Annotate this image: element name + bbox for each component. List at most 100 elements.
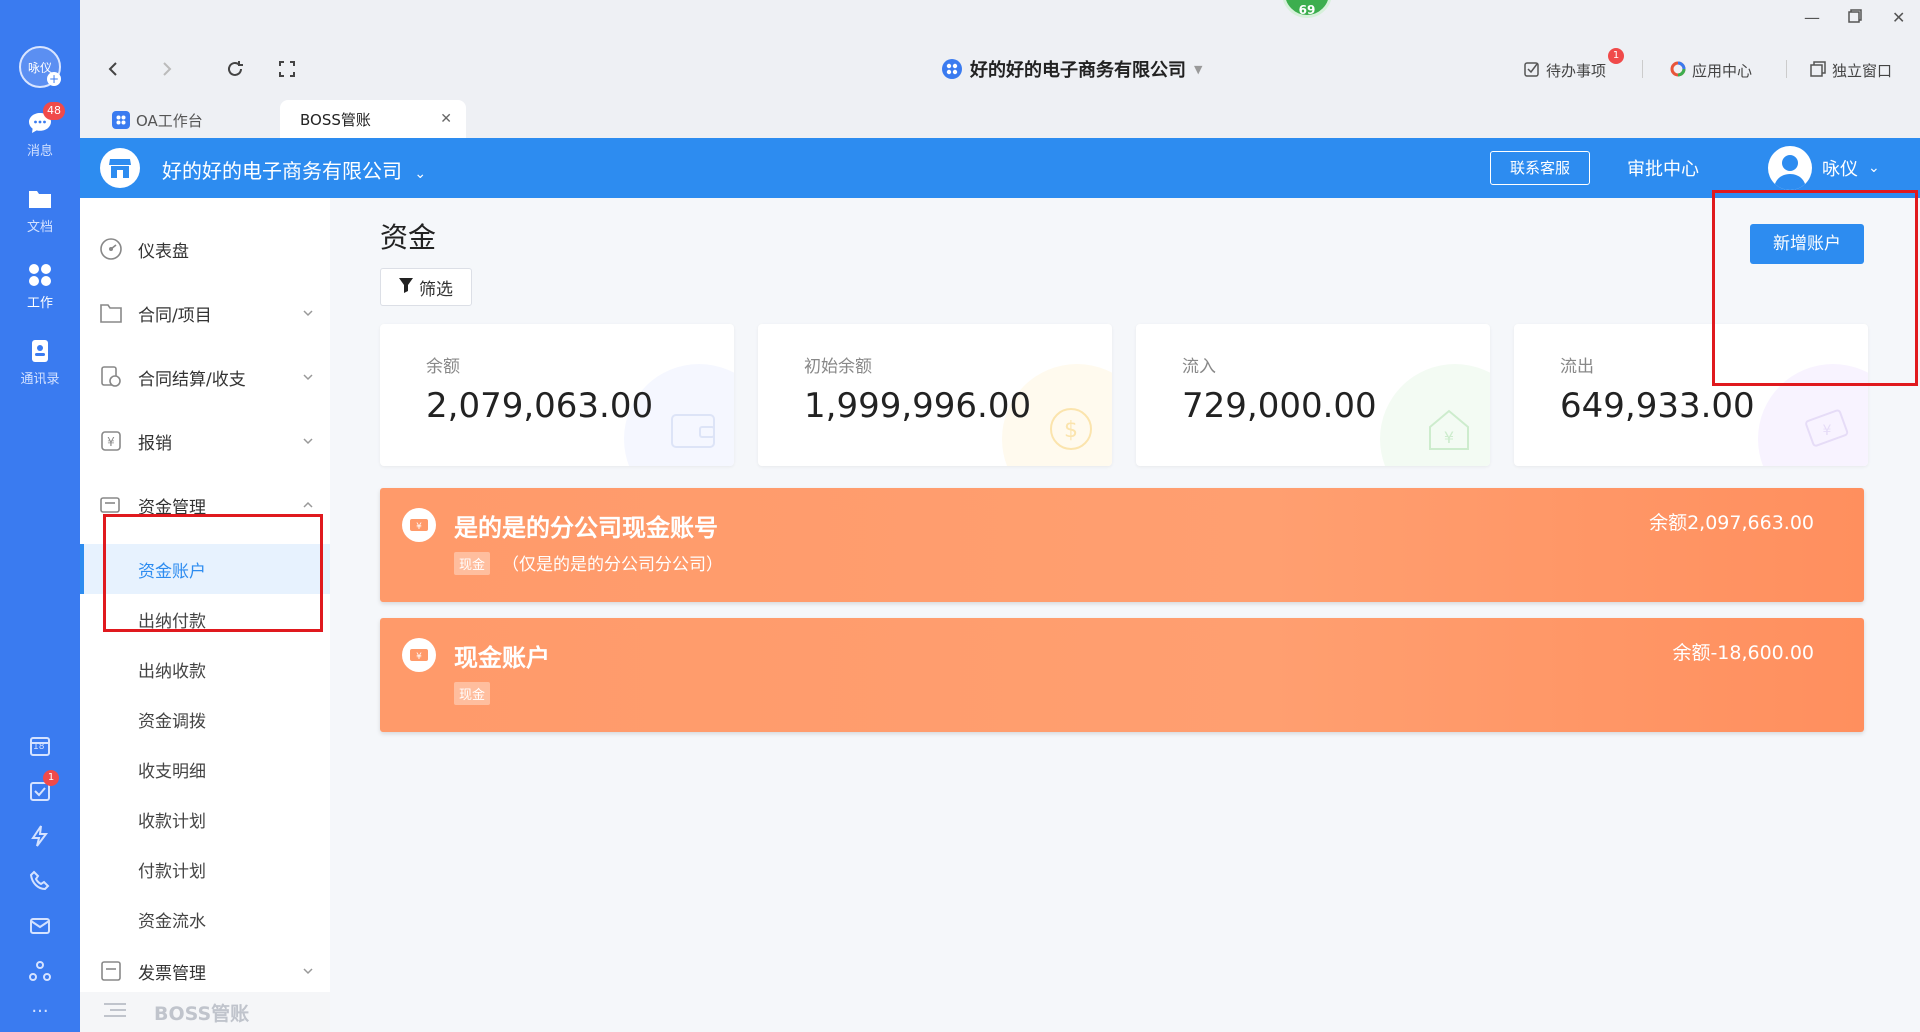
menu-item-settlement[interactable]: 合同结算/收支 [80,352,330,402]
stat-card-inflow: 流入 729,000.00 ¥ [1136,324,1490,466]
contacts-icon [27,338,53,364]
menu-item-reimbursement[interactable]: ¥ 报销 [80,416,330,466]
submenu-collection-plan[interactable]: 收款计划 [80,794,330,844]
online-count: 69 [1298,3,1316,17]
document-money-icon [98,364,124,390]
app-center-button[interactable]: 应用中心 [1670,60,1752,81]
footer-label: BOSS管账 [154,1002,250,1025]
stat-label: 余额 [426,357,460,377]
phone-icon[interactable] [27,868,53,894]
company-switcher[interactable]: 好的好的电子商务有限公司 ▼ [942,56,1202,82]
filter-label: 筛选 [419,279,453,300]
lightning-icon[interactable] [27,823,53,849]
page-title: 资金 [380,221,437,254]
wallet-icon [668,404,718,454]
mail-icon[interactable] [27,913,53,939]
company-switcher[interactable]: 好的好的电子商务有限公司 ⌄ [162,155,426,184]
rail-item-docs[interactable]: 文档 [0,186,80,235]
submenu-label: 收支明细 [138,761,206,782]
oa-icon [112,111,130,129]
menu-item-dashboard[interactable]: 仪表盘 [80,224,330,274]
submenu-fund-flow[interactable]: 资金流水 [80,894,330,944]
company-name: 好的好的电子商务有限公司 [970,60,1186,81]
menu-label: 合同结算/收支 [138,369,246,390]
account-name: 现金账户 [454,644,550,672]
submenu-label: 出纳收款 [138,661,206,682]
rail-item-work[interactable]: 工作 [0,262,80,311]
refresh-icon[interactable] [224,58,246,80]
banknote-icon: ¥ [1802,404,1852,454]
todo-icon [1524,61,1540,81]
main-content: 资金 筛选 新增账户 余额 2,079,063.00 初始余额 1,999,99… [330,198,1920,1032]
contact-support-button[interactable]: 联系客服 [1490,151,1590,185]
chevron-down-icon [303,438,313,445]
online-count-badge[interactable]: 69 [1282,0,1332,18]
folder-icon [98,300,124,326]
fullscreen-icon[interactable] [276,58,298,80]
tab-oa[interactable]: OA工作台 [112,102,252,138]
chevron-down-icon [303,374,313,381]
user-avatar[interactable]: 咏仪 + [19,46,61,88]
approval-center-link[interactable]: 审批中心 [1627,155,1699,181]
rail-item-messages[interactable]: 48 消息 [0,102,80,159]
rail-label: 工作 [26,296,53,311]
stat-label: 流出 [1560,357,1594,377]
account-card[interactable]: ¥ 是的是的分公司现金账号 现金 （仅是的是的分公司分公司） 余额2,097,6… [380,488,1864,602]
stat-value: 2,079,063.00 [426,386,654,426]
tab-label: OA工作台 [136,111,203,130]
rail-item-contacts[interactable]: 通讯录 [0,338,80,387]
tasks-icon[interactable]: 1 [27,770,59,804]
highlight-box-menu [103,514,323,632]
submenu-label: 资金流水 [138,911,206,932]
submenu-cashier-receipt[interactable]: 出纳收款 [80,644,330,694]
minimize-icon[interactable]: — [1804,8,1820,27]
svg-text:¥: ¥ [1823,423,1832,439]
menu-label: 合同/项目 [138,305,212,326]
stat-label: 初始余额 [804,357,872,377]
caret-down-icon: ▼ [1194,62,1203,76]
close-tab-icon[interactable]: ✕ [440,111,452,127]
divider [1642,60,1643,78]
svg-text:¥: ¥ [416,522,422,532]
user-menu[interactable]: 咏仪 ⌄ [1768,146,1880,190]
account-balance: 余额2,097,663.00 [1649,512,1814,534]
submenu-label: 付款计划 [138,861,206,882]
chevron-up-icon [303,501,313,508]
sidebar-footer[interactable]: BOSS管账 [80,992,330,1032]
chevron-down-icon [303,310,313,317]
submenu-income-expense-detail[interactable]: 收支明细 [80,744,330,794]
account-card[interactable]: ¥ 现金账户 现金 余额-18,600.00 [380,618,1864,732]
calendar-icon[interactable]: 18 [27,733,53,759]
svg-text:¥: ¥ [416,652,422,662]
submenu-payment-plan[interactable]: 付款计划 [80,844,330,894]
window-icon [1810,60,1826,81]
forward-icon[interactable] [156,58,178,80]
svg-text:$: $ [1064,418,1078,443]
menu-item-invoices[interactable]: 发票管理 [80,946,330,996]
rail-label: 消息 [26,144,53,159]
user-name: 咏仪 [1822,159,1858,180]
submenu-fund-transfer[interactable]: 资金调拨 [80,694,330,744]
filter-button[interactable]: 筛选 [380,268,472,306]
folder-icon [27,186,53,212]
more-icon[interactable]: ··· [27,998,53,1024]
company-name: 好的好的电子商务有限公司 [162,159,402,183]
tab-boss[interactable]: BOSS管账 ✕ [280,100,466,138]
user-avatar-icon [1768,146,1812,190]
house-money-icon: ¥ [1424,404,1474,454]
todo-button[interactable]: 待办事项 1 [1524,48,1624,81]
restore-icon[interactable] [1848,8,1862,27]
back-icon[interactable] [102,58,124,80]
close-window-icon[interactable]: ✕ [1892,8,1905,27]
company-logo-icon [942,59,962,79]
menu-item-contracts[interactable]: 合同/项目 [80,288,330,338]
app-header: 好的好的电子商务有限公司 ⌄ 联系客服 审批中心 咏仪 ⌄ [80,138,1920,198]
submenu-label: 资金调拨 [138,711,206,732]
menu-label: 发票管理 [138,963,206,984]
stat-label: 流入 [1182,357,1216,377]
network-icon[interactable] [27,958,53,984]
calendar-day: 18 [33,742,45,752]
svg-text:¥: ¥ [107,435,115,449]
standalone-window-button[interactable]: 独立窗口 [1810,60,1892,81]
receipt-icon: ¥ [98,428,124,454]
